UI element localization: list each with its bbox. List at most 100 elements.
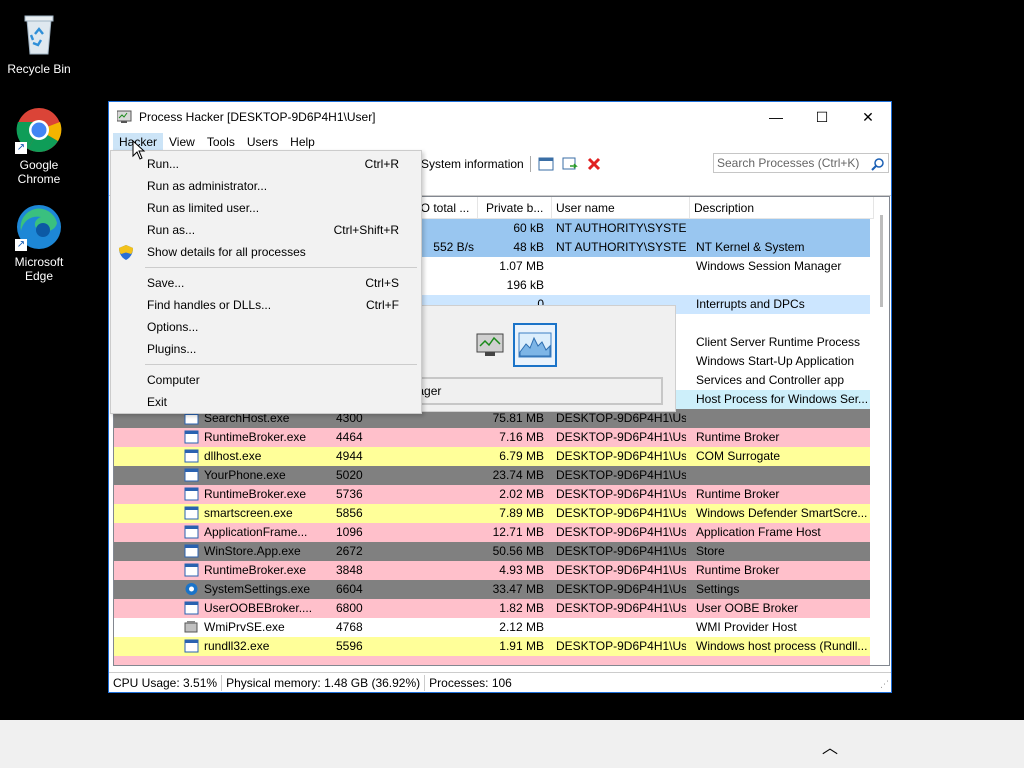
menu-item-find-handles-dlls[interactable]: Find handles or DLLs... Ctrl+F: [111, 294, 421, 316]
process-name: ApplicationFrame...: [204, 525, 308, 539]
resize-grip-icon[interactable]: ⋰: [880, 679, 889, 690]
search-processes-input[interactable]: Search Processes (Ctrl+K): [713, 153, 889, 173]
show-hidden-icons-chevron-icon[interactable]: ︿: [822, 734, 838, 758]
process-row[interactable]: ApplicationFrame... 1096 12.71 MB DESKTOP-9…: [114, 523, 870, 542]
process-user-name: DESKTOP-9D6P4H1\User: [556, 544, 686, 558]
process-description: [690, 466, 870, 485]
desktop-icon-recycle-bin[interactable]: Recycle Bin: [1, 10, 77, 76]
system-information-button[interactable]: System information: [421, 157, 524, 171]
process-pid: 4944: [336, 449, 363, 463]
menu-bar: Hacker View Tools Users Help: [109, 132, 891, 152]
process-row[interactable]: RuntimeBroker.exe 4464 7.16 MB DESKTOP-9D6P…: [114, 428, 870, 447]
menu-help[interactable]: Help: [284, 133, 321, 151]
process-io-total: [410, 428, 478, 447]
process-pid: 6604: [336, 582, 363, 596]
process-row[interactable]: dllhost.exe 4944 6.79 MB DESKTOP-9D6P4H1\Us…: [114, 447, 870, 466]
process-description: [690, 656, 870, 665]
process-description: Settings: [696, 582, 740, 596]
process-row[interactable]: WmiPrvSE.exe 4768 2.12 MB WMI Provider Host: [114, 618, 870, 637]
process-io-total: [410, 447, 478, 466]
menu-item-label: Run as limited user...: [147, 201, 260, 215]
process-user-name: DESKTOP-9D6P4H1\User: [556, 639, 686, 653]
menu-item-label: Find handles or DLLs...: [147, 298, 272, 312]
desktop-icon-edge[interactable]: ↗ Microsoft Edge: [1, 203, 77, 283]
process-user-name: DESKTOP-9D6P4H1\User: [556, 582, 686, 596]
menu-item-run-as-limited-user[interactable]: Run as limited user...: [111, 197, 421, 219]
process-pid: 6800: [336, 601, 363, 615]
uac-shield-icon: [119, 245, 133, 260]
process-row[interactable]: WinStore.App.exe 2672 50.56 MB DESKTOP-9D6P…: [114, 542, 870, 561]
process-description: Windows Start-Up Application: [696, 354, 855, 368]
menu-item-run-as[interactable]: Run as... Ctrl+Shift+R: [111, 219, 421, 241]
process-user-name: [552, 618, 686, 637]
column-description[interactable]: Description: [690, 197, 874, 219]
menu-tools[interactable]: Tools: [201, 133, 241, 151]
process-user-name: DESKTOP-9D6P4H1\User: [556, 449, 686, 463]
menu-item-shortcut: Ctrl+S: [365, 276, 399, 290]
menu-item-exit[interactable]: Exit: [111, 391, 421, 413]
process-description: User OOBE Broker: [696, 601, 799, 615]
process-hacker-window-thumbnail-icon[interactable]: [475, 330, 507, 360]
process-row[interactable]: SystemSettings.exe 6604 33.47 MB DESKTOP-9D…: [114, 580, 870, 599]
menu-item-computer[interactable]: Computer: [111, 369, 421, 391]
menu-view[interactable]: View: [163, 133, 201, 151]
column-private-bytes[interactable]: Private b...: [482, 197, 552, 219]
window-icon[interactable]: [537, 156, 555, 172]
process-row[interactable]: RuntimeBroker.exe 3848 4.93 MB DESKTOP-9D6P…: [114, 561, 870, 580]
process-name: RuntimeBroker.exe: [204, 487, 307, 501]
task-manager-icon[interactable]: [513, 323, 557, 367]
process-pid: 3848: [336, 563, 363, 577]
maximize-button[interactable]: ☐: [799, 102, 845, 132]
process-name: YourPhone.exe: [204, 468, 286, 482]
process-private-bytes: 12.71 MB: [492, 525, 544, 539]
vertical-scrollbar[interactable]: [874, 197, 889, 665]
menu-item-shortcut: Ctrl+R: [364, 157, 399, 171]
desktop-icon-label: Recycle Bin: [7, 62, 71, 76]
process-io-total: [410, 504, 478, 523]
scrollbar-thumb[interactable]: [880, 215, 883, 307]
process-row[interactable]: RuntimeBroker.exe 5736 2.02 MB DESKTOP-9D6P…: [114, 485, 870, 504]
menu-item-save[interactable]: Save... Ctrl+S: [111, 272, 421, 294]
menu-item-run[interactable]: Run... Ctrl+R: [111, 153, 421, 175]
process-name: rundll32.exe: [204, 639, 270, 653]
process-description: Services and Controller app: [696, 373, 845, 387]
menu-item-label: Save...: [147, 276, 185, 290]
process-io-total: [410, 599, 478, 618]
menu-item-label: Computer: [147, 373, 200, 387]
process-description: Host Process for Windows Ser...: [696, 392, 869, 406]
process-private-bytes: 1.91 MB: [499, 639, 544, 653]
process-row[interactable]: UserOOBEBroker.... 6800 1.82 MB DESKTOP-9D6…: [114, 599, 870, 618]
process-io-total: [410, 466, 478, 485]
terminate-icon[interactable]: [585, 156, 603, 172]
process-name: smartscreen.exe: [204, 506, 293, 520]
physical-memory: Physical memory: 1.48 GB (36.92%): [222, 674, 426, 691]
process-private-bytes: 60 kB: [513, 221, 544, 235]
find-window-and-thread-icon[interactable]: [561, 156, 579, 172]
process-user-name: DESKTOP-9D6P4H1\User: [556, 430, 686, 444]
menu-item-options[interactable]: Options...: [111, 316, 421, 338]
close-button[interactable]: ✕: [845, 102, 891, 132]
process-user-name: [552, 257, 686, 276]
process-pid: 5020: [336, 468, 363, 482]
process-row[interactable]: YourPhone.exe 5020 23.74 MB DESKTOP-9D6P4H1…: [114, 466, 870, 485]
process-row[interactable]: rundll32.exe 5596 1.91 MB DESKTOP-9D6P4H1\U…: [114, 637, 870, 656]
menu-item-run-as-administrator[interactable]: Run as administrator...: [111, 175, 421, 197]
search-icon[interactable]: [871, 157, 885, 171]
column-user-name[interactable]: User name: [552, 197, 690, 219]
process-description: Store: [696, 544, 725, 558]
process-description: Windows Session Manager: [696, 259, 842, 273]
process-description: WMI Provider Host: [696, 620, 797, 634]
minimize-button[interactable]: —: [753, 102, 799, 132]
menu-item-show-details-all-processes[interactable]: Show details for all processes: [111, 241, 421, 263]
menu-users[interactable]: Users: [241, 133, 284, 151]
process-row[interactable]: smartscreen.exe 5856 7.89 MB DESKTOP-9D6P4H…: [114, 504, 870, 523]
menu-separator: [145, 267, 417, 268]
process-row[interactable]: [114, 656, 870, 665]
process-description: COM Surrogate: [696, 449, 781, 463]
process-pid: 2672: [336, 544, 363, 558]
process-hacker-app-icon: [117, 110, 132, 123]
desktop-icon-chrome[interactable]: ↗ Google Chrome: [1, 106, 77, 186]
menu-item-label: Run...: [147, 157, 180, 171]
menu-item-plugins[interactable]: Plugins...: [111, 338, 421, 360]
process-io-total: [410, 637, 478, 656]
